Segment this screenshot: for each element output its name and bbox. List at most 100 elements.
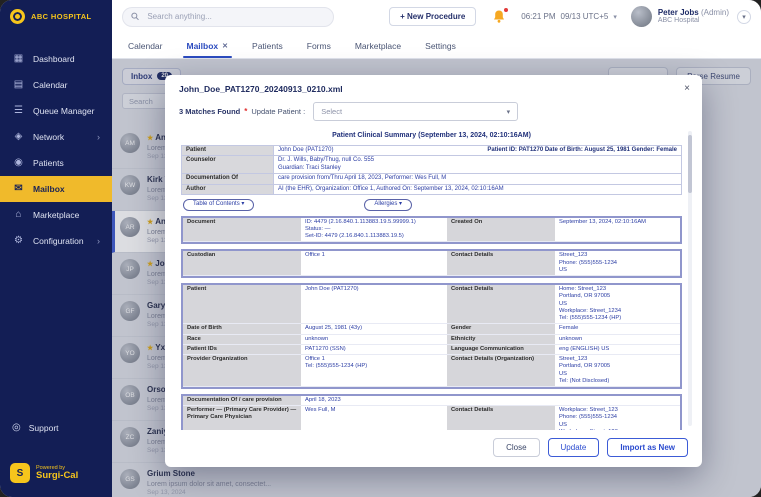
scrollbar-thumb[interactable] [688,135,692,193]
global-search-input[interactable] [145,11,325,22]
value-line: US [559,421,568,428]
row-value-2: Female [555,324,680,335]
value-line: August 25, 1981 (43y) [305,325,363,332]
sidebar-item-network[interactable]: ◈ Network › [0,124,112,150]
value-line: Phone: (555)555-1234 [559,414,618,421]
sidebar-item-label: Marketplace [33,210,80,220]
tab-patients[interactable]: Patients [252,33,283,58]
sidebar-item-calendar[interactable]: ▤ Calendar [0,72,112,98]
clock-widget[interactable]: 06:21 PM 09/13 UTC+5 ▾ [521,12,617,21]
sidebar-item-queue-manager[interactable]: ☰ Queue Manager [0,98,112,124]
new-procedure-button[interactable]: + New Procedure [389,7,477,26]
value-line: Female [559,325,579,332]
row-label: Document [183,217,301,243]
chevron-down-icon: ▾ [613,13,617,21]
table-row: Race unknown Ethnicity unknown [183,334,680,345]
hospital-logo-icon [10,9,25,24]
sidebar-item-patients[interactable]: ◉ Patients [0,150,112,176]
import-as-new-button[interactable]: Import as New [607,438,688,457]
value-line: Office 1 [305,356,325,363]
close-icon[interactable]: × [684,84,690,94]
update-patient-label: Update Patient : [251,107,306,116]
tab-close-icon[interactable]: ✕ [222,42,228,50]
value-line: John Doe (PAT1270) [305,286,359,293]
notification-badge [503,6,510,13]
value-line: US [559,266,568,273]
table-of-contents-button[interactable]: Table of Contents ▾ [183,199,255,211]
row-value-2: September 13, 2024, 02:10:16AM [555,218,680,243]
cda-document: Patient Clinical Summary (September 13, … [175,127,692,430]
doc-header-value: care provision from/Thru April 18, 2023,… [273,173,682,185]
sidebar-item-marketplace[interactable]: ⌂ Marketplace [0,202,112,228]
row-value: PAT1270 (SSN) [301,345,447,356]
document-viewport[interactable]: Patient Clinical Summary (September 13, … [175,127,692,430]
current-time: 06:21 PM [521,12,556,21]
sidebar-item-configuration[interactable]: ⚙ Configuration › [0,228,112,254]
sidebar-item-support[interactable]: ◎ Support [0,416,71,439]
doc-header-line: care provision from/Thru April 18, 2023,… [278,175,447,182]
chevron-right-icon: › [97,236,100,246]
notifications-button[interactable] [492,6,510,25]
update-button[interactable]: Update [547,438,600,457]
row-label: Race [183,334,301,345]
document-title: Patient Clinical Summary (September 13, … [332,132,531,139]
value-line: Office 1 [305,252,325,259]
value-line: Tel: (555)555-1234 (HP) [305,363,368,370]
tab-calendar[interactable]: Calendar [128,33,163,58]
tab-label: Calendar [128,40,163,51]
document-scrollbar[interactable] [688,131,692,426]
sidebar-item-label: Calendar [33,80,68,90]
doc-header-line: AI (the EHR), Organization: Office 1, Au… [278,185,504,192]
close-button[interactable]: Close [493,438,540,457]
value-line: Street_123 [559,356,588,363]
value-line: unknown [559,335,583,342]
row-value-2: Home: Street_123 Portland, OR 97005 US Work… [555,285,680,325]
required-marker: * [244,107,248,116]
dashboard-icon: ▦ [13,53,24,64]
row-label-2: Language Communication [447,344,555,356]
allergies-button[interactable]: Allergies ▾ [364,199,413,211]
sidebar-item-label: Patients [33,158,64,168]
chevron-right-icon: › [97,132,100,142]
row-label-2: Gender [447,324,555,335]
patients-icon: ◉ [14,157,23,168]
tab-mailbox[interactable]: Mailbox ✕ [182,33,232,58]
document-section: Documentation Of / care provision April 1… [181,393,682,430]
table-row: Performer — (Primary Care Provider) — Pr… [183,406,680,430]
row-label: Patient IDs [183,344,301,356]
sidebar-item-dashboard[interactable]: ▦ Dashboard [0,46,112,72]
value-line: Wes Full, M [305,407,336,414]
doc-header-value: Dr. J. Wills, Baby/Thug, null Co. 555 Gua… [273,155,682,175]
user-avatar[interactable] [630,6,652,27]
sidebar-item-mailbox[interactable]: ✉ Mailbox [0,176,112,202]
row-label-2: Ethnicity [447,334,555,345]
support-icon: ◎ [12,422,21,433]
tab-label: Forms [306,40,331,51]
user-menu-button[interactable]: ▾ [737,9,751,24]
update-patient-select[interactable]: Select ▾ [313,102,519,121]
marketplace-icon: ⌂ [15,209,22,220]
tab-settings[interactable]: Settings [425,33,456,58]
tabbar: Calendar Mailbox ✕ Patients Forms Marketplace… [112,33,761,59]
queue-manager-icon: ☰ [14,105,23,116]
tab-label: Patients [252,40,283,51]
table-row: Date of Birth August 25, 1981 (43y) Gender… [183,324,680,335]
row-label: Custodian [183,251,301,277]
value-line: ID: 4479 (2.16.840.1.113883.19.5.99999.1… [305,218,416,225]
value-line: Status: — [305,225,331,232]
sidebar-item-label: Mailbox [33,184,65,194]
modal-footer: Close Update Import as New [165,430,702,467]
document-section: Document ID: 4479 (2.16.840.1.113883.19.5… [181,215,682,245]
row-label-2: Contact Details (Organization) [447,355,555,387]
support-label: Support [28,422,59,433]
tab-marketplace[interactable]: Marketplace [355,33,401,58]
table-row: Custodian Office 1 Contact Details Street_1… [183,251,680,277]
table-row: Document ID: 4479 (2.16.840.1.113883.19.5… [183,217,680,243]
sidebar-item-label: Queue Manager [33,106,95,116]
tab-forms[interactable]: Forms [307,33,331,58]
value-line: Home: Street_123 [559,286,607,293]
global-search[interactable] [122,6,334,27]
value-line: Tel: (555)555-1234 (HP) [559,315,622,322]
row-value: unknown [301,335,447,345]
app-logo: ABC HOSPITAL [0,0,112,30]
